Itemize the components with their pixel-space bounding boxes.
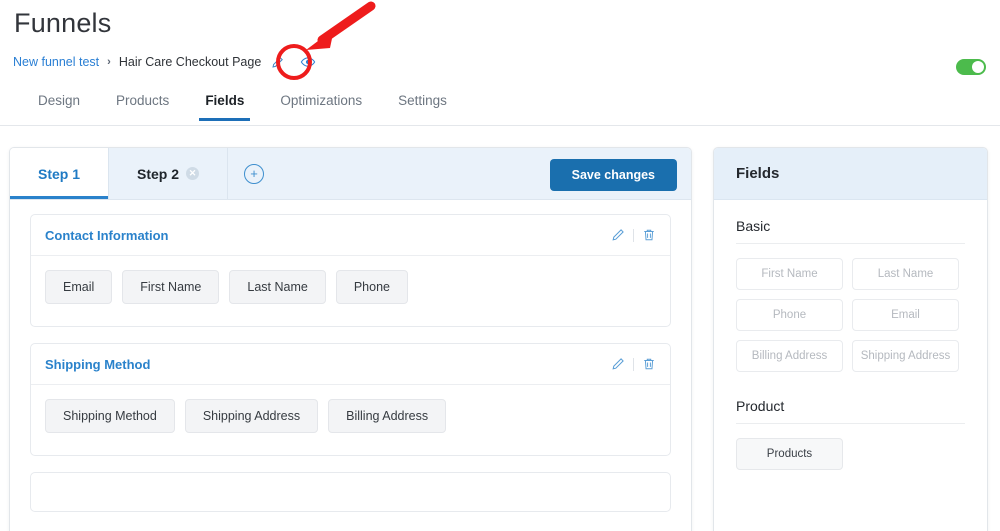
step-tabs-bar: Step 1 Step 2 ✕ + Save changes [10, 148, 691, 200]
field-chip[interactable]: Phone [335, 270, 408, 304]
step-tab-2-label: Step 2 [137, 165, 180, 182]
step-editor-panel: Step 1 Step 2 ✕ + Save changes Contact I… [9, 147, 692, 531]
section-card-shipping-method: Shipping Method Shipping Method Shipping… [30, 343, 671, 456]
step-tab-2[interactable]: Step 2 ✕ [109, 148, 229, 199]
tab-design[interactable]: Design [20, 88, 98, 120]
editor-body: Contact Information Email First Name Las… [10, 200, 691, 512]
library-chip-phone[interactable]: Phone [736, 299, 843, 331]
section-header: Contact Information [31, 215, 670, 256]
action-divider [633, 357, 634, 371]
fields-group-product: Product Products [736, 398, 965, 470]
fields-group-title: Product [736, 398, 965, 424]
section-card-next [30, 472, 671, 512]
funnel-enable-toggle[interactable] [956, 59, 986, 75]
breadcrumb-current-page: Hair Care Checkout Page [118, 55, 262, 69]
library-chip-first-name[interactable]: First Name [736, 258, 843, 290]
fields-group-title: Basic [736, 218, 965, 244]
field-chip[interactable]: Last Name [229, 270, 326, 304]
main-nav-tabs: Design Products Fields Optimizations Set… [0, 88, 1000, 126]
tab-settings[interactable]: Settings [380, 88, 465, 120]
field-chip[interactable]: Billing Address [328, 399, 447, 433]
field-chip[interactable]: Shipping Method [45, 399, 175, 433]
section-header: Shipping Method [31, 344, 670, 385]
breadcrumb-separator-icon: › [107, 56, 111, 68]
step-tab-1-label: Step 1 [38, 165, 81, 182]
library-chip-email[interactable]: Email [852, 299, 959, 331]
section-card-contact-information: Contact Information Email First Name Las… [30, 214, 671, 327]
tab-optimizations[interactable]: Optimizations [262, 88, 380, 120]
fields-library-panel: Fields Basic First Name Last Name Phone … [713, 147, 988, 531]
pencil-icon[interactable] [271, 56, 284, 69]
save-changes-button[interactable]: Save changes [549, 159, 677, 191]
section-fields: Shipping Method Shipping Address Billing… [31, 385, 670, 455]
fields-group-chips: Products [736, 438, 965, 470]
close-circle-icon[interactable]: ✕ [186, 167, 200, 180]
tab-products[interactable]: Products [98, 88, 187, 120]
library-chip-billing-address[interactable]: Billing Address [736, 340, 843, 372]
field-chip[interactable]: Email [45, 270, 113, 304]
fields-panel-title: Fields [714, 148, 987, 200]
field-chip[interactable]: First Name [122, 270, 220, 304]
section-header-actions [611, 228, 656, 242]
trash-icon[interactable] [642, 228, 656, 242]
eye-icon[interactable] [300, 54, 316, 70]
page-title: Funnels [14, 8, 112, 38]
section-header-actions [611, 357, 656, 371]
library-chip-last-name[interactable]: Last Name [852, 258, 959, 290]
plus-circle-icon[interactable]: + [244, 163, 265, 184]
breadcrumb: New funnel test › Hair Care Checkout Pag… [13, 54, 316, 70]
library-chip-products[interactable]: Products [736, 438, 843, 470]
annotation-arrow [306, 1, 376, 50]
action-divider [633, 228, 634, 242]
section-title: Contact Information [45, 227, 169, 243]
toggle-knob [972, 61, 984, 73]
app-root: Funnels New funnel test › Hair Care Chec… [0, 0, 1000, 531]
pencil-icon[interactable] [611, 228, 625, 242]
trash-icon[interactable] [642, 357, 656, 371]
fields-group-chips: First Name Last Name Phone Email Billing… [736, 258, 965, 372]
step-tab-1[interactable]: Step 1 [10, 148, 110, 199]
section-fields: Email First Name Last Name Phone [31, 256, 670, 326]
tab-fields[interactable]: Fields [187, 88, 262, 121]
add-step-wrap: + [228, 148, 280, 199]
fields-group-basic: Basic First Name Last Name Phone Email B… [736, 218, 965, 372]
field-chip[interactable]: Shipping Address [184, 399, 319, 433]
fields-panel-body: Basic First Name Last Name Phone Email B… [714, 200, 987, 470]
section-title: Shipping Method [45, 356, 151, 372]
library-chip-shipping-address[interactable]: Shipping Address [852, 340, 959, 372]
breadcrumb-parent-link[interactable]: New funnel test [13, 55, 99, 69]
pencil-icon[interactable] [611, 357, 625, 371]
